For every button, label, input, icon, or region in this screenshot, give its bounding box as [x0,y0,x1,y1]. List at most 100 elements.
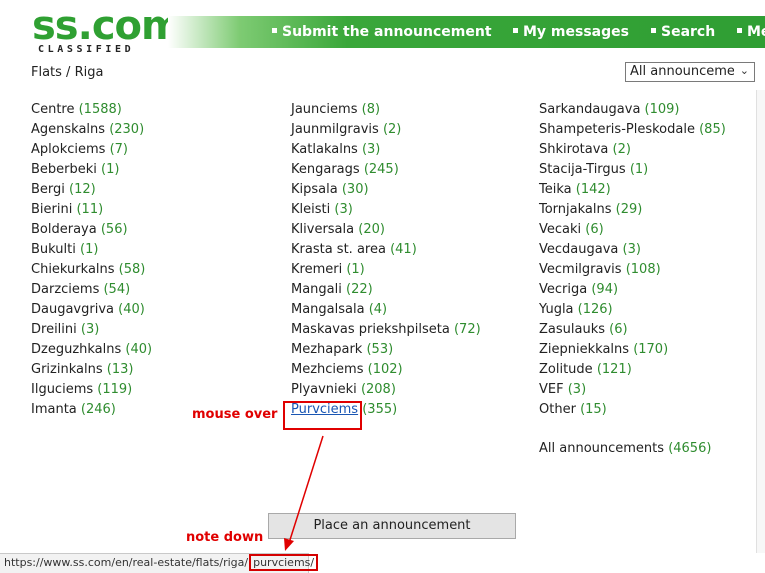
region-link[interactable]: Vecriga (94) [539,280,726,300]
region-count: (109) [644,102,680,117]
region-link[interactable]: Imanta (246) [31,400,152,420]
region-count: (94) [591,282,619,297]
region-link[interactable]: Teika (142) [539,180,726,200]
region-count: (30) [341,182,369,197]
all-announcements-link[interactable]: All announcements (4656) [539,439,711,459]
logo-subtitle: CLASSIFIED [38,44,135,55]
region-link[interactable]: Agenskalns (230) [31,120,152,140]
region-name: Stacija-Tirgus [539,162,626,177]
region-link[interactable]: Grizinkalns (13) [31,360,152,380]
region-name: Bergi [31,182,65,197]
region-link[interactable]: Bukulti (1) [31,240,152,260]
region-count: (208) [360,382,396,397]
all-announcements-count: (4656) [668,441,712,456]
region-name: Bierini [31,202,73,217]
page-scrollbar[interactable] [756,90,765,553]
region-link[interactable]: Zolitude (121) [539,360,726,380]
region-link[interactable]: Bierini (11) [31,200,152,220]
region-link[interactable]: Beberbeki (1) [31,160,152,180]
region-name: Mangali [291,282,342,297]
logo-text: ss.com [32,3,183,49]
region-name: Centre [31,102,75,117]
region-link[interactable]: Krasta st. area (41) [291,240,481,260]
region-link[interactable]: Shampeteris-Pleskodale (85) [539,120,726,140]
region-link[interactable]: Vecaki (6) [539,220,726,240]
region-name: Vecaki [539,222,582,237]
region-link[interactable]: Mangalsala (4) [291,300,481,320]
region-link[interactable]: Jaunmilgravis (2) [291,120,481,140]
region-count: (41) [390,242,417,257]
region-link[interactable]: Bergi (12) [31,180,152,200]
region-link[interactable]: Kleisti (3) [291,200,481,220]
nav-label: Me [747,24,765,40]
region-link[interactable]: Centre (1588) [31,100,152,120]
region-link[interactable]: Tornjakalns (29) [539,200,726,220]
region-link[interactable]: Ilguciems (119) [31,380,152,400]
region-link[interactable]: Mezhapark (53) [291,340,481,360]
region-link[interactable]: Kipsala (30) [291,180,481,200]
region-link[interactable]: Ziepniekkalns (170) [539,340,726,360]
nav-label: Search [661,24,716,40]
region-link[interactable]: Kremeri (1) [291,260,481,280]
breadcrumb[interactable]: Flats / Riga [31,65,103,80]
annotation-note-down: note down [186,530,264,545]
region-link[interactable]: Chiekurkalns (58) [31,260,152,280]
region-name: Vecmilgravis [539,262,622,277]
site-logo[interactable]: ss.com CLASSIFIED [18,6,183,55]
region-link[interactable]: Kliversala (20) [291,220,481,240]
region-name: Bolderaya [31,222,97,237]
region-count: (40) [118,302,145,317]
region-link[interactable]: Vecmilgravis (108) [539,260,726,280]
region-link[interactable]: Mangali (22) [291,280,481,300]
place-announcement-button[interactable]: Place an announcement [268,513,516,539]
region-name: Darzciems [31,282,100,297]
region-link[interactable]: Yugla (126) [539,300,726,320]
region-count: (72) [453,322,481,337]
region-count: (54) [103,282,131,297]
region-link[interactable]: Darzciems (54) [31,280,152,300]
region-link[interactable]: VEF (3) [539,380,726,400]
region-name: Maskavas priekshpilseta [291,322,450,337]
status-url-highlight: purvciems/ [249,554,319,571]
nav-submit-announcement[interactable]: Submit the announcement [272,24,492,40]
region-name: Mangalsala [291,302,365,317]
region-name: Vecriga [539,282,588,297]
region-link[interactable]: Dzeguzhkalns (40) [31,340,152,360]
region-count: (245) [363,162,399,177]
region-count: (11) [76,202,104,217]
region-link[interactable]: Bolderaya (56) [31,220,152,240]
region-count: (102) [367,362,403,377]
status-url: https://www.ss.com/en/real-estate/flats/… [4,556,249,569]
region-link[interactable]: Stacija-Tirgus (1) [539,160,726,180]
region-name: Agenskalns [31,122,106,137]
region-count: (126) [577,302,613,317]
nav-more[interactable]: Me [737,24,765,40]
region-link[interactable]: Mezhciems (102) [291,360,481,380]
nav-search[interactable]: Search [651,24,715,40]
region-link[interactable]: Daugavgriva (40) [31,300,152,320]
region-count: (6) [609,322,628,337]
region-name: Mezhciems [291,362,364,377]
region-link[interactable]: Jaunciems (8) [291,100,481,120]
region-link[interactable]: Katlakalns (3) [291,140,481,160]
region-link[interactable]: Vecdaugava (3) [539,240,726,260]
region-link[interactable]: Other (15) [539,400,726,420]
region-name: Kleisti [291,202,331,217]
region-link[interactable]: Zasulauks (6) [539,320,726,340]
region-count: (3) [567,382,587,397]
region-name: Imanta [31,402,77,417]
nav-my-messages[interactable]: My messages [513,24,629,40]
region-link[interactable]: Dreilini (3) [31,320,152,340]
announcement-filter-select[interactable]: All announcemen ⌄ [625,62,755,82]
region-link[interactable]: Kengarags (245) [291,160,481,180]
region-name: Ilguciems [31,382,94,397]
region-link[interactable]: Plyavnieki (208) [291,380,481,400]
region-count: (3) [80,322,100,337]
region-link[interactable]: Aplokciems (7) [31,140,152,160]
region-link[interactable]: Shkirotava (2) [539,140,726,160]
region-name: Other [539,402,576,417]
region-link[interactable]: Maskavas priekshpilseta (72) [291,320,481,340]
region-link[interactable]: Sarkandaugava (109) [539,100,726,120]
region-count: (3) [361,142,381,157]
region-count: (230) [109,122,145,137]
